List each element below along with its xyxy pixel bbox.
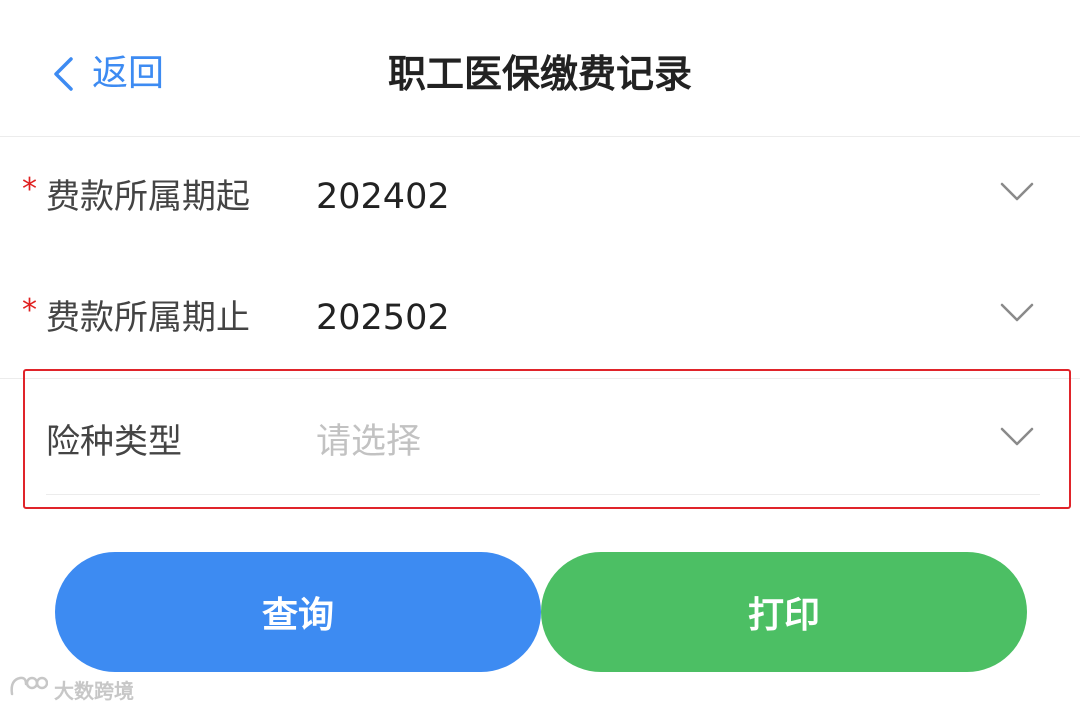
header-bar: 返回 职工医保缴费记录 — [0, 0, 1080, 137]
watermark: 大数跨境 — [8, 672, 134, 706]
period-start-field[interactable]: * 费款所属期起 202402 — [0, 137, 1080, 257]
watermark-text: 大数跨境 — [54, 678, 134, 703]
chevron-down-icon[interactable] — [1000, 426, 1034, 448]
page-title: 职工医保缴费记录 — [387, 52, 692, 96]
watermark-logo-icon — [8, 672, 49, 706]
required-mark: * — [22, 293, 37, 328]
page: 返回 职工医保缴费记录 * 费款所属期起 202402 * 费款所属期止 202… — [0, 0, 1080, 709]
period-start-label: 费款所属期起 — [46, 177, 250, 217]
insurance-type-label: 险种类型 — [46, 422, 182, 462]
period-end-field[interactable]: * 费款所属期止 202502 — [0, 258, 1080, 379]
period-end-value[interactable]: 202502 — [316, 296, 450, 340]
insurance-type-field[interactable]: 险种类型 请选择 — [0, 378, 1080, 498]
period-end-label: 费款所属期止 — [46, 298, 250, 338]
field-divider — [46, 494, 1040, 495]
period-start-value[interactable]: 202402 — [316, 175, 450, 219]
chevron-down-icon[interactable] — [1000, 302, 1034, 324]
print-button[interactable]: 打印 — [541, 552, 1027, 672]
chevron-down-icon[interactable] — [1000, 181, 1034, 203]
insurance-type-select[interactable]: 请选择 — [316, 420, 421, 464]
query-button[interactable]: 查询 — [55, 552, 541, 672]
required-mark: * — [22, 172, 37, 207]
